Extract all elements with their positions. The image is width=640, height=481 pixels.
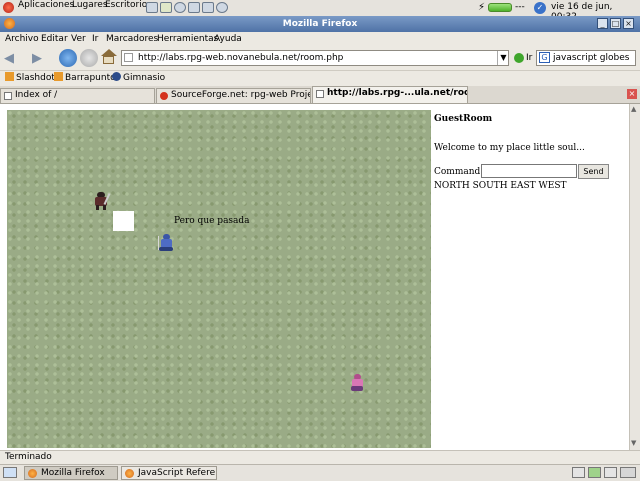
folder-icon — [54, 72, 63, 81]
battery-icon — [488, 3, 512, 12]
bookmark-barrapunto[interactable]: Barrapunto — [54, 72, 116, 83]
firefox-icon — [125, 469, 134, 478]
pink-character-sprite[interactable] — [349, 374, 365, 392]
maximize-button[interactable]: □ — [610, 18, 621, 29]
star-icon — [112, 72, 121, 81]
app-launcher-icon[interactable] — [216, 2, 228, 13]
task-label: JavaScript Refere... — [138, 468, 217, 478]
game-map[interactable]: Pero que pasada — [7, 110, 431, 448]
tab-sourceforge[interactable]: SourceForge.net: rpg-web Project: ... — [156, 88, 311, 103]
close-window-button[interactable]: × — [623, 18, 634, 29]
panel-menu-lugares[interactable]: Lugares — [72, 0, 108, 10]
tab-label: Index of / — [15, 90, 58, 100]
go-button-label[interactable]: Ir — [526, 53, 532, 63]
gnome-foot-icon[interactable] — [3, 2, 14, 13]
command-label: Command: — [434, 167, 484, 177]
player-wizard-sprite[interactable] — [158, 234, 174, 252]
minimize-button[interactable]: _ — [597, 18, 608, 29]
battery-text: --- — [515, 2, 525, 12]
taskbar-javascript-reference[interactable]: JavaScript Refere... — [121, 466, 217, 480]
command-input[interactable] — [481, 164, 577, 178]
room-exits: NORTH SOUTH EAST WEST — [434, 181, 567, 191]
send-button[interactable]: Send — [578, 164, 609, 179]
menu-ir[interactable]: Ir — [92, 34, 98, 44]
speech-bubble-text: Pero que pasada — [174, 216, 250, 226]
plug-icon: ⚡ — [478, 2, 486, 13]
window-titlebar[interactable]: Mozilla Firefox — [0, 16, 640, 32]
menu-herramientas[interactable]: Herramientas — [157, 34, 218, 44]
dark-warrior-sprite[interactable] — [93, 192, 111, 210]
panel-menu-escritorio[interactable]: Escritorio — [105, 0, 147, 10]
sourceforge-icon — [160, 92, 168, 100]
menu-editar[interactable]: Editar — [41, 34, 68, 44]
bookmark-label: Slashdot — [16, 73, 55, 83]
network-launcher-icon[interactable] — [160, 2, 172, 13]
editor-launcher-icon[interactable] — [202, 2, 214, 13]
scroll-down-icon[interactable]: ▼ — [631, 439, 636, 447]
folder-icon — [5, 72, 14, 81]
menu-ver[interactable]: Ver — [71, 34, 86, 44]
menu-ayuda[interactable]: Ayuda — [214, 34, 242, 44]
bookmark-label: Barrapunto — [65, 73, 116, 83]
page-favicon-icon — [124, 53, 133, 62]
firefox-icon — [28, 469, 37, 478]
trash-icon[interactable] — [620, 467, 636, 478]
go-icon[interactable] — [514, 53, 524, 63]
window-title: Mozilla Firefox — [282, 19, 358, 29]
page-icon — [4, 92, 12, 100]
firefox-window-icon[interactable] — [4, 18, 15, 29]
status-text: Terminado — [5, 452, 52, 462]
back-arrow-icon[interactable]: ◀ — [4, 51, 14, 66]
workspace-2-icon[interactable] — [588, 467, 601, 478]
tab-label: http://labs.rpg-...ula.net/room.php — [327, 88, 467, 98]
stop-icon[interactable] — [80, 49, 98, 67]
tab-room[interactable]: http://labs.rpg-...ula.net/room.php — [312, 86, 468, 103]
task-label: Mozilla Firefox — [41, 468, 105, 478]
taskbar-firefox[interactable]: Mozilla Firefox — [24, 466, 118, 480]
bookmark-slashdot[interactable]: Slashdot — [5, 72, 55, 83]
panel-menu-aplicaciones[interactable]: Aplicaciones — [18, 0, 74, 10]
workspace-3-icon[interactable] — [604, 467, 617, 478]
update-check-icon[interactable]: ✓ — [534, 2, 546, 14]
page-icon — [316, 90, 324, 98]
tab-index[interactable]: Index of / — [0, 88, 155, 103]
mail-launcher-icon[interactable] — [188, 2, 200, 13]
forward-arrow-icon[interactable]: ▶ — [32, 51, 42, 66]
vertical-scrollbar[interactable]: ▲ ▼ — [629, 104, 640, 450]
menu-archivo[interactable]: Archivo — [5, 34, 39, 44]
reload-icon[interactable] — [59, 49, 77, 67]
white-block-object[interactable] — [113, 211, 134, 231]
menu-marcadores[interactable]: Marcadores — [106, 34, 158, 44]
status-bar: Terminado — [0, 450, 640, 464]
bookmark-gimnasio[interactable]: Gimnasio — [112, 72, 165, 83]
search-text: javascript globes — [553, 53, 630, 63]
home-icon[interactable] — [101, 49, 117, 65]
close-tab-icon[interactable]: × — [627, 89, 637, 99]
web-launcher-icon[interactable] — [174, 2, 186, 13]
room-welcome: Welcome to my place little soul... — [434, 143, 585, 153]
bookmark-label: Gimnasio — [123, 73, 166, 83]
url-dropdown-chevron-icon[interactable]: ▼ — [497, 51, 509, 65]
workspace-1-icon[interactable] — [572, 467, 585, 478]
search-input[interactable]: javascript globes — [536, 50, 636, 66]
url-text: http://labs.rpg-web.novanebula.net/room.… — [138, 53, 344, 63]
tab-label: SourceForge.net: rpg-web Project: ... — [171, 90, 310, 100]
scroll-up-icon[interactable]: ▲ — [631, 105, 636, 113]
url-bar[interactable]: http://labs.rpg-web.novanebula.net/room.… — [121, 50, 509, 66]
show-desktop-icon[interactable] — [3, 467, 17, 478]
terminal-launcher-icon[interactable] — [146, 2, 158, 13]
search-engine-icon[interactable]: G — [539, 52, 550, 63]
room-name: GuestRoom — [434, 114, 493, 124]
